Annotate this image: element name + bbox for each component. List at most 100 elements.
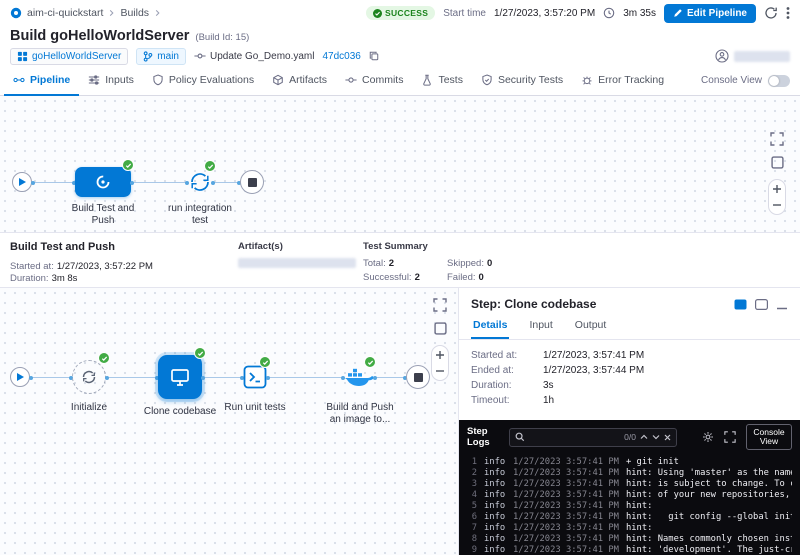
stage-start-node[interactable] [10,367,30,387]
breadcrumb-project[interactable]: aim-ci-quickstart [27,7,103,19]
tab-pipeline[interactable]: Pipeline [4,66,79,96]
log-row: 1info1/27/2023 3:57:41 PM+ git init [467,457,792,468]
tab-policy-evaluations[interactable]: Policy Evaluations [143,66,263,96]
stage-node-build-test-and-push[interactable] [75,167,131,197]
commit-hash-link[interactable]: 47dc036 [322,51,360,62]
tab-commits[interactable]: Commits [336,66,412,96]
step-node-run-unit-tests[interactable] [243,365,267,389]
expand-icon[interactable] [724,431,736,443]
console-actions: Console View [702,424,792,450]
tab-details[interactable]: Details [471,316,509,339]
zoom-in-icon[interactable] [435,350,445,360]
terminal-icon [243,365,267,389]
log-lines: 1info1/27/2023 3:57:41 PM+ git init 2inf… [459,454,800,555]
panel-view-controls [734,299,788,310]
breadcrumb-builds[interactable]: Builds [120,7,149,19]
step-panel-title: Step: Clone codebase [471,297,596,311]
edge [374,377,406,378]
log-row: 9info1/27/2023 3:57:41 PMhint: 'developm… [467,545,792,555]
step-graph-canvas[interactable]: Initialize Clone codebase Run unit tests… [0,288,459,555]
sync-icon [81,369,97,385]
success-check-icon [373,9,382,18]
tab-inputs[interactable]: Inputs [79,66,143,96]
started-at: Started at:1/27/2023, 3:57:22 PM [10,261,153,272]
console-view-toggle[interactable] [768,75,790,87]
console-view-button[interactable]: Console View [746,424,792,450]
step-node-clone-codebase[interactable] [158,355,202,399]
success-check-icon [204,160,216,172]
cube-icon [272,74,284,86]
chevron-up-icon[interactable] [640,434,648,440]
log-row: 3info1/27/2023 3:57:41 PMhint: is subjec… [467,479,792,490]
stage-graph-canvas[interactable]: Build Test and Push run integration test [0,96,800,233]
edge [30,377,72,378]
docker-icon [344,366,374,388]
shield-icon [152,74,164,86]
stage-label: run integration test [163,203,237,227]
tab-output[interactable]: Output [573,316,609,339]
tab-artifacts[interactable]: Artifacts [263,66,336,96]
top-header: aim-ci-quickstart Builds SUCCESS Start t… [0,0,800,26]
fullscreen-icon[interactable] [770,132,784,146]
branch-name: main [157,51,179,62]
step-node-build-and-push[interactable] [344,366,374,388]
stage-summary-main: Build Test and Push Started at:1/27/2023… [10,241,238,281]
repo-chip[interactable]: goHelloWorldServer [10,48,128,65]
user-name-redacted [734,51,790,62]
tests-successful: Successful:2 [363,272,447,283]
panel-view-outline-icon[interactable] [755,299,768,310]
fit-view-icon[interactable] [434,322,447,335]
build-tabs: Pipeline Inputs Policy Evaluations Artif… [0,66,800,96]
step-detail-panel: Step: Clone codebase Details Input Outpu… [459,288,800,555]
fit-view-icon[interactable] [771,156,784,169]
log-row: 8info1/27/2023 3:57:41 PMhint: Names com… [467,534,792,545]
gear-icon[interactable] [702,431,714,443]
refresh-icon[interactable] [764,6,778,20]
chevron-down-icon[interactable] [652,434,660,440]
detail-row: Duration:3s [471,378,788,393]
branch-chip[interactable]: main [136,48,186,65]
codebase-icon [169,366,191,388]
copy-icon[interactable] [369,51,379,61]
step-label: Initialize [52,402,126,414]
commit-icon [345,74,357,86]
console-view-label: Console View [701,75,762,86]
tab-error-tracking[interactable]: Error Tracking [572,66,673,96]
edge [106,377,158,378]
close-icon[interactable] [664,434,671,441]
tab-tests[interactable]: Tests [412,66,472,96]
log-search-input[interactable] [529,432,620,442]
commit-message: Update Go_Demo.yaml [194,51,315,62]
pipeline-start-node[interactable] [12,172,32,192]
panel-minimize-icon[interactable] [776,299,788,310]
triggered-by [715,49,790,63]
canvas-controls [431,298,449,381]
stage-label: Build Test and Push [66,203,140,227]
log-row: 5info1/27/2023 3:57:41 PMhint: [467,501,792,512]
stage-node-run-integration-test[interactable] [188,170,212,194]
zoom-controls [768,179,786,215]
step-node-initialize[interactable] [72,360,106,394]
more-menu-icon[interactable] [786,6,790,20]
repo-row: goHelloWorldServer main Update Go_Demo.y… [0,46,800,66]
play-icon [18,177,27,187]
tab-security-tests[interactable]: Security Tests [472,66,572,96]
panel-view-filled-icon[interactable] [734,299,747,310]
step-panel-tabs: Details Input Output [459,316,800,340]
test-summary-label: Test Summary [363,241,573,252]
pipeline-icon [13,74,25,86]
zoom-out-icon[interactable] [435,366,445,376]
step-label: Run unit tests [218,402,292,414]
success-check-icon [364,356,376,368]
zoom-in-icon[interactable] [772,184,782,194]
artifacts-label: Artifact(s) [238,241,363,252]
status-text: SUCCESS [385,8,428,18]
clock-icon [603,7,615,19]
edit-pipeline-button[interactable]: Edit Pipeline [664,4,756,23]
log-row: 6info1/27/2023 3:57:41 PMhint: git confi… [467,512,792,523]
zoom-out-icon[interactable] [772,200,782,210]
success-check-icon [259,356,271,368]
console-title: Step Logs [467,426,501,448]
tab-input[interactable]: Input [527,316,554,339]
fullscreen-icon[interactable] [433,298,447,312]
